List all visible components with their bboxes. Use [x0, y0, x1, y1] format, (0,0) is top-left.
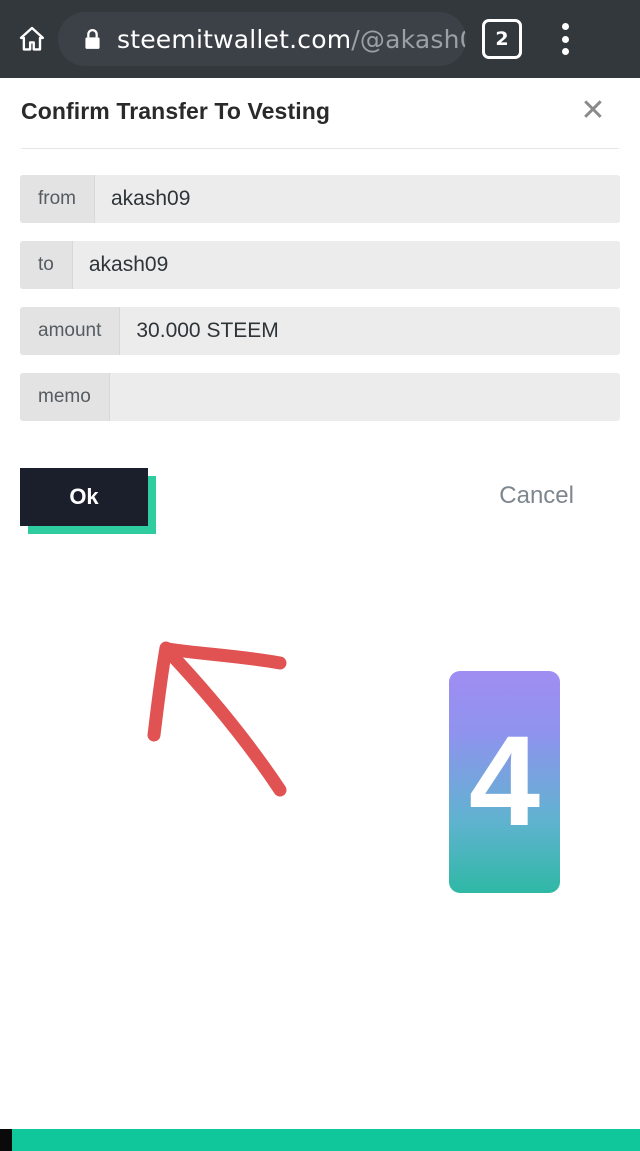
title-divider — [21, 148, 619, 149]
bottom-accent-bar — [0, 1129, 640, 1151]
dialog-actions: Ok Cancel — [0, 468, 640, 538]
kebab-dot-1 — [561, 23, 569, 30]
kebab-dot-3 — [561, 48, 569, 55]
tab-counter-button[interactable]: 2 — [482, 19, 522, 59]
kebab-dot-2 — [561, 35, 569, 43]
cancel-button[interactable]: Cancel — [499, 482, 574, 510]
transfer-form: from akash09 to akash09 amount 30.000 ST… — [20, 175, 620, 439]
home-icon[interactable] — [12, 19, 52, 59]
field-value-amount[interactable]: 30.000 STEEM — [120, 307, 620, 355]
field-row-memo: memo — [20, 373, 620, 421]
close-icon[interactable]: ✕ — [576, 94, 610, 128]
address-bar[interactable]: steemitwallet.com/@akash09/t — [58, 12, 466, 66]
field-value-memo[interactable] — [109, 373, 620, 421]
field-row-amount: amount 30.000 STEEM — [20, 307, 620, 355]
url-host: steemitwallet.com — [117, 24, 352, 54]
field-row-from: from akash09 — [20, 175, 620, 223]
ok-button[interactable]: Ok — [20, 468, 148, 526]
ok-button-label: Ok — [69, 484, 99, 509]
field-label-from: from — [20, 175, 95, 223]
browser-toolbar: steemitwallet.com/@akash09/t 2 — [0, 0, 640, 78]
tab-counter-value: 2 — [495, 28, 509, 50]
step-badge-number: 4 — [468, 710, 541, 853]
field-row-to: to akash09 — [20, 241, 620, 289]
page-title: Confirm Transfer To Vesting — [21, 98, 330, 124]
field-label-memo: memo — [20, 373, 110, 421]
field-label-to: to — [20, 241, 73, 289]
lock-icon — [82, 27, 103, 52]
field-value-to[interactable]: akash09 — [72, 241, 620, 289]
field-label-amount: amount — [20, 307, 121, 355]
bottom-bar-nub — [0, 1129, 12, 1151]
field-value-from[interactable]: akash09 — [95, 175, 620, 223]
url-path: /@akash09/t — [351, 24, 466, 54]
address-bar-text: steemitwallet.com/@akash09/t — [117, 25, 466, 54]
overflow-menu-icon[interactable] — [550, 21, 580, 57]
annotation-arrow-icon — [147, 641, 287, 797]
ok-button-wrapper: Ok — [20, 468, 156, 534]
page-content: Confirm Transfer To Vesting ✕ from akash… — [0, 78, 640, 1129]
step-badge: 4 — [449, 671, 560, 893]
